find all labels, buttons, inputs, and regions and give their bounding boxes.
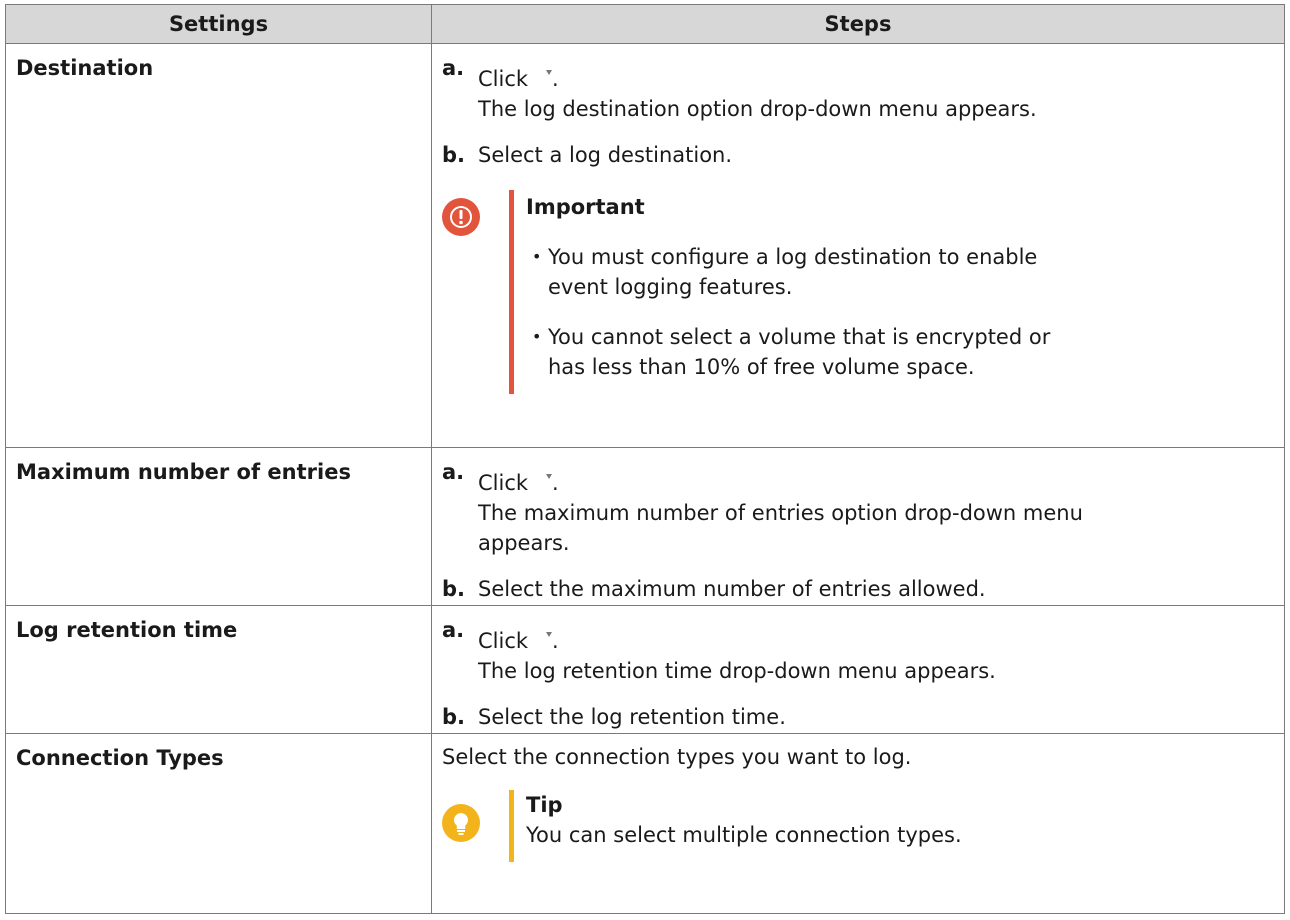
steps-column-header: Steps [431,4,1285,44]
step-text: Select a log destination. [478,143,733,167]
important-title: Important [526,195,645,219]
setting-name: Maximum number of entries [5,447,432,606]
table-row: Log retention time a. Click . The log re… [5,605,1285,734]
setting-name: Connection Types [5,733,432,914]
steps-cell: Select the connection types you want to … [431,733,1285,914]
dropdown-caret-icon [528,64,568,94]
step-label: b. [442,705,466,729]
tip-text: You can select multiple connection types… [526,823,962,847]
setting-name: Destination [5,43,432,448]
step-label: a. [442,56,465,80]
step-a: a. Click . The log destination option dr… [442,56,1284,124]
click-text: Click [478,471,529,495]
table-header-row: Settings Steps [5,4,1285,44]
dropdown-caret-icon [528,468,568,498]
step-b: b. Select a log destination. [442,140,1284,170]
list-item: You must configure a log destination to … [526,242,1086,302]
dropdown-caret-icon [528,626,568,656]
step-result: The log destination option drop-down men… [478,97,1037,121]
step-b: b. Select the log retention time. [442,702,1284,732]
step-label: b. [442,143,466,167]
step-a: a. Click . The maximum number of entries… [442,460,1284,558]
connection-intro: Select the connection types you want to … [442,745,912,769]
important-list: You must configure a log destination to … [526,242,1086,382]
tip-accent-bar [509,790,514,862]
list-item: You cannot select a volume that is encry… [526,322,1086,382]
step-label: a. [442,618,465,642]
step-label: a. [442,460,465,484]
important-accent-bar [509,190,514,394]
step-text: Select the log retention time. [478,705,786,729]
important-callout: Important You must configure a log desti… [442,190,1284,394]
tip-title: Tip [526,793,563,817]
steps-cell: a. Click . The log retention time drop-d… [431,605,1285,734]
important-icon [442,198,480,236]
settings-table: Settings Steps Destination a. Click . Th… [5,4,1285,914]
setting-name: Log retention time [5,605,432,734]
table-row: Destination a. Click . The log destinati… [5,43,1285,448]
table-row: Maximum number of entries a. Click . The… [5,447,1285,606]
step-result: The log retention time drop-down menu ap… [478,659,996,683]
lightbulb-icon [442,804,480,842]
step-result: The maximum number of entries option dro… [478,501,1083,555]
settings-column-header: Settings [5,4,432,44]
step-label: b. [442,577,466,601]
tip-callout: Tip You can select multiple connection t… [442,790,1284,862]
step-b: b. Select the maximum number of entries … [442,574,1284,604]
steps-cell: a. Click . The maximum number of entries… [431,447,1285,606]
steps-cell: a. Click . The log destination option dr… [431,43,1285,448]
click-text: Click [478,67,529,91]
click-text: Click [478,629,529,653]
step-a: a. Click . The log retention time drop-d… [442,618,1284,686]
step-text: Select the maximum number of entries all… [478,577,986,601]
table-row: Connection Types Select the connection t… [5,733,1285,914]
